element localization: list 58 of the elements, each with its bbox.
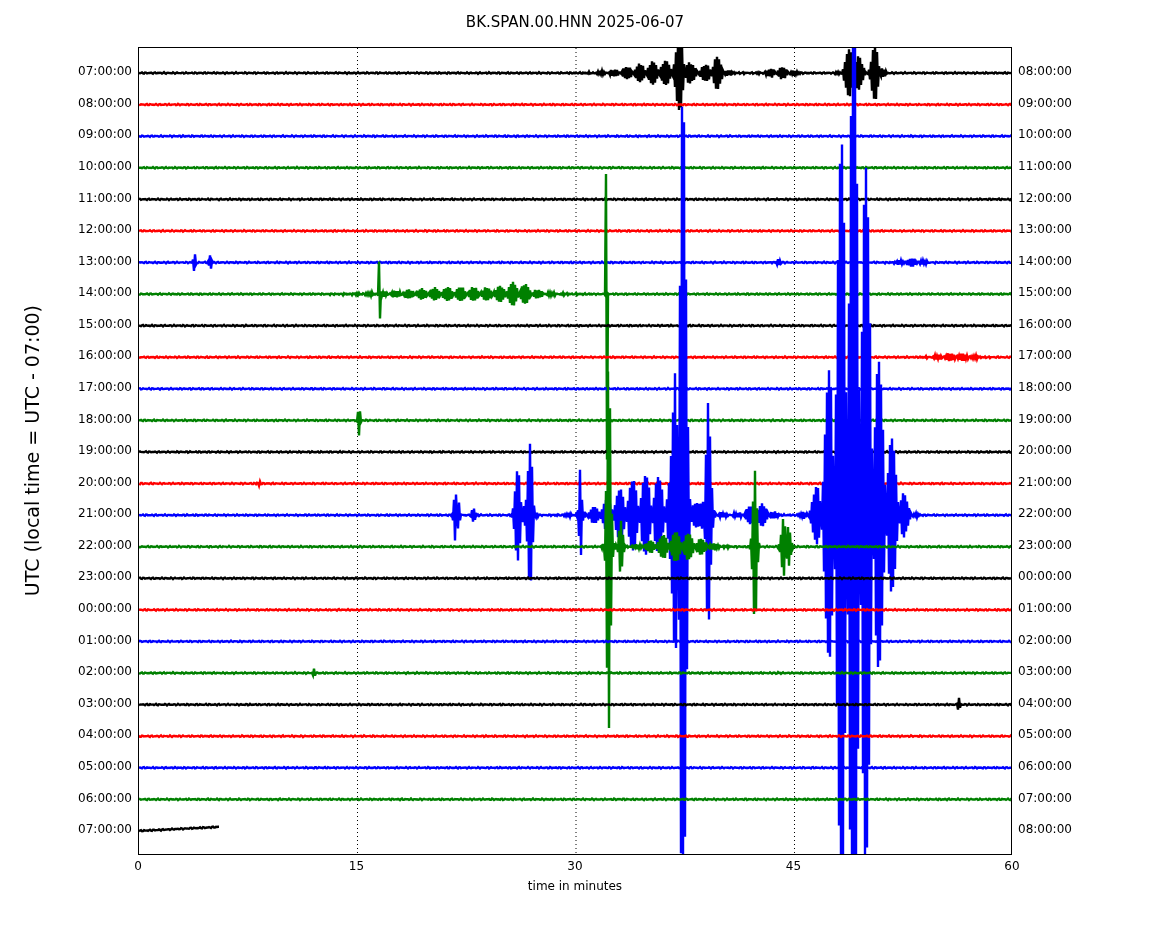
time-label: 14:00:00 — [77, 284, 133, 302]
time-label: 19:00:00 — [1017, 410, 1073, 428]
time-label: 00:00:00 — [1017, 568, 1073, 586]
time-label: 15:00:00 — [77, 315, 133, 333]
time-label: 22:00:00 — [77, 536, 133, 554]
time-label: 08:00:00 — [1017, 821, 1073, 839]
time-label: 14:00:00 — [1017, 252, 1073, 270]
tick-label: 30 — [566, 859, 584, 873]
time-label: 18:00:00 — [1017, 379, 1073, 396]
time-label: 03:00:00 — [1017, 663, 1073, 681]
time-label: 16:00:00 — [77, 347, 133, 365]
time-label: 10:00:00 — [1017, 126, 1073, 144]
time-label: 23:00:00 — [77, 568, 133, 586]
tick-label: 45 — [784, 859, 803, 873]
time-label: 07:00:00 — [77, 821, 133, 839]
time-label: 06:00:00 — [1017, 757, 1073, 775]
time-label: 12:00:00 — [1017, 189, 1073, 207]
tick-label: 15 — [347, 859, 366, 873]
time-label: 02:00:00 — [1017, 631, 1073, 649]
time-label: 21:00:00 — [1017, 473, 1073, 491]
tick-label: 60 — [1003, 859, 1021, 873]
time-label: 11:00:00 — [77, 189, 133, 207]
time-label: 04:00:00 — [1017, 694, 1073, 712]
time-label: 04:00:00 — [77, 726, 133, 744]
time-label: 06:00:00 — [77, 789, 133, 807]
time-label: 16:00:00 — [1017, 315, 1073, 333]
chart-title: BK.SPAN.00.HNN 2025-06-07 — [464, 12, 686, 33]
time-label: 19:00:00 — [77, 442, 133, 460]
axis-label: time in minutes — [526, 878, 624, 893]
time-label: 01:00:00 — [1017, 600, 1073, 618]
time-label: 07:00:00 — [77, 63, 133, 81]
time-label: 10:00:00 — [77, 157, 133, 175]
time-label: 20:00:00 — [77, 473, 133, 491]
axis-label: UTC (local time = UTC - 07:00) — [21, 305, 43, 597]
time-label: 13:00:00 — [1017, 221, 1073, 239]
tick-label: 0 — [133, 859, 143, 873]
time-label: 07:00:00 — [1017, 789, 1073, 807]
time-label: 08:00:00 — [77, 94, 133, 112]
time-label: 12:00:00 — [77, 221, 133, 239]
time-label: 18:00:00 — [77, 410, 133, 428]
time-label: 03:00:00 — [77, 694, 133, 712]
time-label: 20:00:00 — [1017, 442, 1073, 460]
time-label: 00:00:00 — [77, 600, 133, 618]
time-label: 08:00:00 — [1017, 63, 1073, 81]
time-label: 05:00:00 — [77, 757, 133, 775]
time-label: 09:00:00 — [1017, 94, 1073, 112]
time-label: 05:00:00 — [1017, 726, 1073, 744]
time-label: 23:00:00 — [1017, 536, 1073, 554]
time-label: 01:00:00 — [77, 631, 133, 649]
time-label: 21:00:00 — [77, 505, 133, 523]
time-label: 02:00:00 — [77, 663, 133, 681]
time-label: 17:00:00 — [77, 379, 133, 396]
time-label: 13:00:00 — [77, 252, 133, 270]
time-label: 15:00:00 — [1017, 284, 1073, 302]
time-label: 09:00:00 — [77, 126, 133, 144]
time-label: 17:00:00 — [1017, 347, 1073, 365]
time-label: 11:00:00 — [1017, 157, 1073, 175]
time-label: 22:00:00 — [1017, 505, 1073, 523]
